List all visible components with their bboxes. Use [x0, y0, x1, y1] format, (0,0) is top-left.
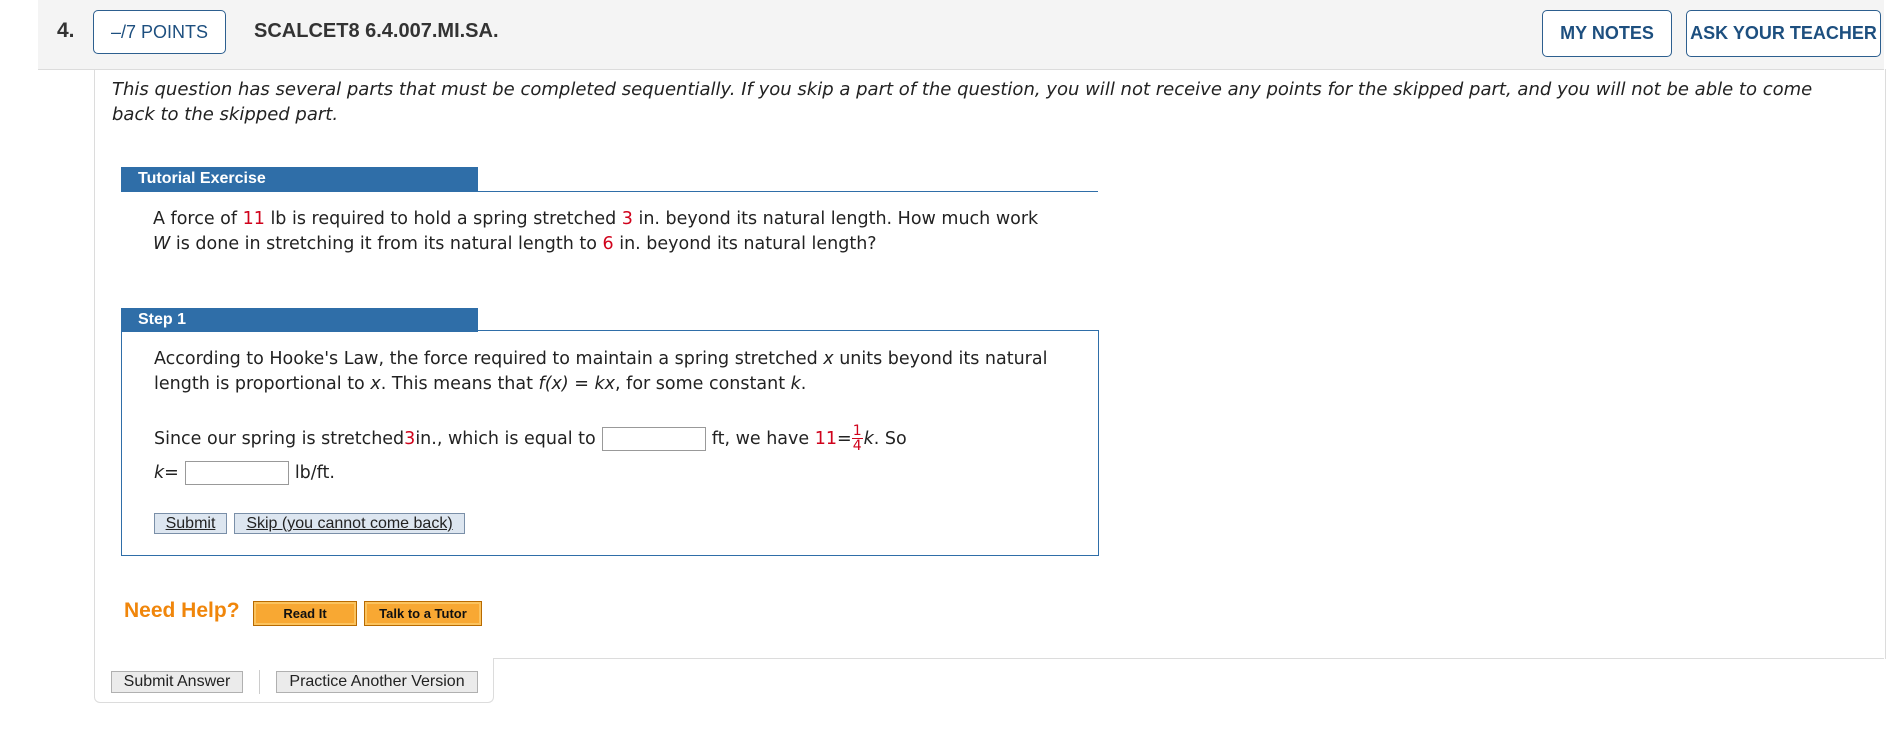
question-code: SCALCET8 6.4.007.MI.SA. [254, 20, 499, 42]
stretch-value: 3 [621, 209, 633, 229]
divider [493, 658, 1884, 659]
footer-divider [259, 670, 260, 694]
tutorial-divider [121, 191, 1098, 192]
feet-answer-input[interactable] [601, 426, 706, 451]
conversion-line: Since our spring is stretched 3 in., whi… [154, 423, 907, 454]
talk-to-tutor-button[interactable]: Talk to a Tutor [364, 601, 482, 626]
hookes-law-text: According to Hooke's Law, the force requ… [154, 349, 1048, 394]
step-1-title: Step 1 [121, 308, 478, 332]
practice-another-version-button[interactable]: Practice Another Version [276, 671, 478, 693]
tutorial-exercise-title: Tutorial Exercise [121, 167, 478, 191]
question-number: 4. [57, 19, 75, 42]
force-value: 11 [242, 209, 265, 229]
instructions-text: This question has several parts that mus… [112, 79, 1813, 125]
problem-statement: A force of 11 lb is required to hold a s… [153, 209, 1039, 254]
k-answer-input[interactable] [184, 461, 289, 485]
fraction: 14 [851, 423, 863, 454]
ask-teacher-button[interactable]: ASK YOUR TEACHER [1686, 10, 1881, 57]
length-value: 6 [602, 234, 614, 254]
spring-constant-line: k = lb/ft. [154, 461, 335, 485]
my-notes-button[interactable]: MY NOTES [1542, 10, 1672, 57]
submit-step-button[interactable]: Submit [154, 513, 227, 534]
points-button[interactable]: –/7 POINTS [93, 10, 226, 54]
need-help-label: Need Help? [124, 599, 240, 622]
force-value: 11 [814, 428, 838, 449]
skip-step-button[interactable]: Skip (you cannot come back) [234, 513, 465, 534]
stretch-value: 3 [404, 428, 416, 449]
read-it-button[interactable]: Read It [253, 601, 357, 626]
submit-answer-button[interactable]: Submit Answer [111, 671, 243, 693]
